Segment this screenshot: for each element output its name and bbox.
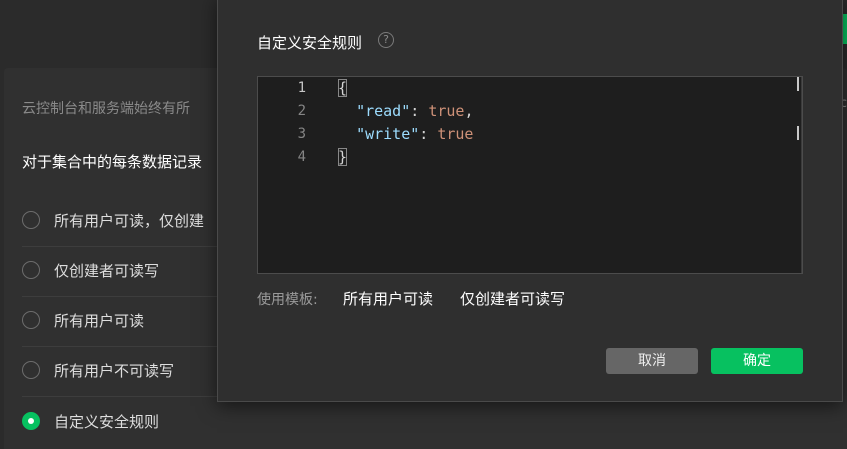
template-all-read[interactable]: 所有用户可读 <box>343 288 433 309</box>
cancel-button[interactable]: 取消 <box>606 348 698 374</box>
line-number: 2 <box>297 103 306 119</box>
template-creator-only[interactable]: 仅创建者可读写 <box>460 288 565 309</box>
code-editor[interactable]: 1 2 3 4 { "read": true, "write": true } <box>257 76 803 274</box>
option-label: 所有用户可读，仅创建 <box>54 212 205 230</box>
open-brace: { <box>338 79 348 97</box>
scroll-marker <box>797 77 799 91</box>
code-line: } <box>338 146 473 169</box>
json-value: true <box>428 102 465 120</box>
json-separator: : <box>419 125 438 143</box>
option-label: 自定义安全规则 <box>54 413 160 431</box>
scroll-marker <box>797 126 799 140</box>
json-value: true <box>437 125 474 143</box>
radio-icon[interactable] <box>22 361 40 379</box>
confirm-button[interactable]: 确定 <box>711 348 803 374</box>
dialog-title: 自定义安全规则 <box>257 34 363 52</box>
code-line: "write": true <box>338 123 473 146</box>
option-label: 仅创建者可读写 <box>54 262 160 280</box>
code-line: { <box>338 77 473 100</box>
radio-icon[interactable] <box>22 211 40 229</box>
json-key: "write" <box>356 125 420 143</box>
option-label: 所有用户可读 <box>54 312 145 330</box>
code-content[interactable]: { "read": true, "write": true } <box>338 77 473 169</box>
option-custom-rule[interactable]: 自定义安全规则 <box>22 397 822 447</box>
json-key: "read" <box>356 102 411 120</box>
line-number: 3 <box>297 126 306 142</box>
template-label: 使用模板: <box>257 292 318 308</box>
close-brace: } <box>338 148 348 166</box>
json-separator: : <box>410 102 429 120</box>
panel-question: 对于集合中的每条数据记录 <box>22 153 203 171</box>
custom-rule-dialog: 自定义安全规则 ? 1 2 3 4 { "read": true, "write… <box>217 0 843 402</box>
radio-checked-icon[interactable] <box>22 412 40 430</box>
radio-icon[interactable] <box>22 261 40 279</box>
line-number: 4 <box>297 149 306 165</box>
editor-scrollbar[interactable] <box>801 77 802 273</box>
panel-note: 云控制台和服务端始终有所 <box>22 101 190 117</box>
json-comma: , <box>464 102 474 120</box>
option-label: 所有用户不可读写 <box>54 362 175 380</box>
line-number-gutter: 1 2 3 4 <box>258 77 318 169</box>
line-number: 1 <box>297 80 306 96</box>
code-line: "read": true, <box>338 100 473 123</box>
radio-icon[interactable] <box>22 311 40 329</box>
help-icon[interactable]: ? <box>378 32 394 48</box>
